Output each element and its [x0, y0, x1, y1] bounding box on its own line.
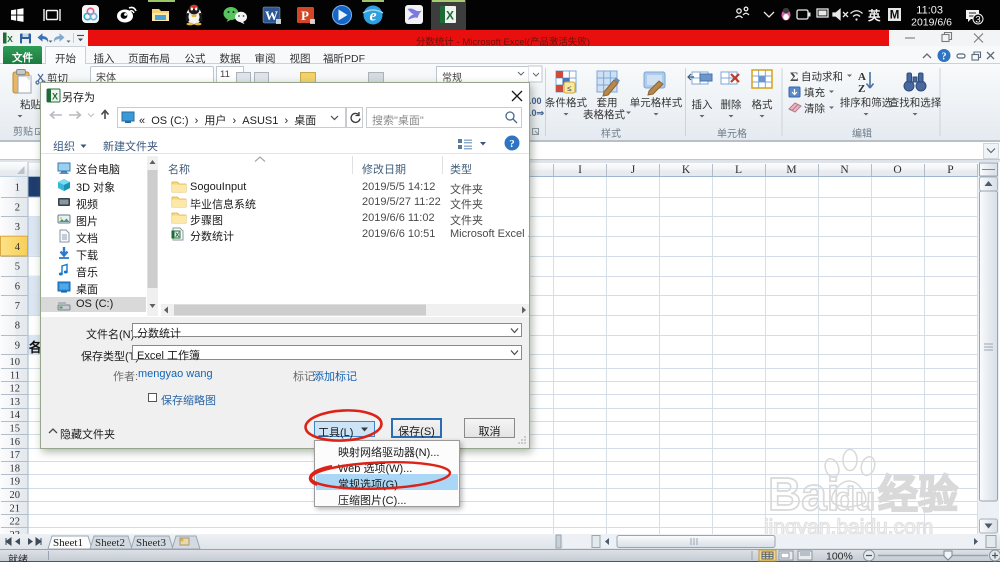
svg-text:单元格样式: 单元格样式: [630, 96, 683, 109]
svg-text:10: 10: [10, 357, 21, 368]
svg-text:22: 22: [10, 517, 21, 528]
svg-text:19: 19: [10, 477, 21, 488]
svg-text:X: X: [175, 232, 180, 239]
svg-text:2019/6/6: 2019/6/6: [911, 17, 952, 29]
svg-text:20: 20: [10, 490, 21, 501]
svg-text:Sheet3: Sheet3: [136, 537, 166, 549]
svg-text:A: A: [858, 71, 866, 83]
svg-text:3: 3: [15, 222, 20, 233]
svg-text:剪贴: 剪贴: [13, 125, 33, 138]
svg-text:6: 6: [15, 281, 20, 292]
svg-text:9: 9: [15, 340, 20, 351]
svg-text:表格格式: 表格格式: [583, 108, 625, 121]
svg-text:I: I: [578, 164, 582, 176]
svg-text:P: P: [947, 164, 953, 176]
svg-text:X: X: [446, 9, 454, 23]
svg-text:16: 16: [10, 437, 21, 448]
svg-text:单元格: 单元格: [717, 127, 747, 140]
svg-text:K: K: [682, 164, 691, 176]
svg-text:英: 英: [868, 8, 881, 23]
svg-text:17: 17: [10, 450, 21, 461]
svg-text:格式: 格式: [752, 98, 773, 111]
svg-text:清除: 清除: [804, 102, 825, 115]
svg-text:?: ?: [942, 52, 947, 63]
svg-text:21: 21: [10, 503, 21, 514]
svg-text:L: L: [735, 164, 742, 176]
svg-text:Sheet1: Sheet1: [53, 537, 83, 549]
svg-text:粘贴: 粘贴: [20, 98, 41, 111]
svg-text:O: O: [893, 164, 901, 176]
svg-text:N: N: [840, 164, 849, 176]
svg-text:插入: 插入: [692, 98, 713, 111]
svg-text:14: 14: [10, 410, 21, 421]
svg-text:M: M: [890, 10, 900, 22]
svg-text:11: 11: [10, 370, 20, 381]
svg-text:Σ: Σ: [790, 69, 799, 84]
svg-text:du: du: [835, 480, 875, 517]
svg-text:15: 15: [10, 423, 21, 434]
svg-text:13: 13: [10, 397, 21, 408]
svg-text:排序和筛选: 排序和筛选: [840, 96, 893, 109]
svg-text:11:03: 11:03: [916, 5, 943, 17]
svg-text:X: X: [7, 34, 13, 44]
svg-text:1: 1: [15, 183, 20, 194]
svg-text:.00: .00: [529, 96, 542, 106]
svg-text:X: X: [52, 92, 58, 102]
svg-text:样式: 样式: [601, 127, 621, 140]
svg-text:自动求和: 自动求和: [801, 70, 843, 83]
svg-text:7: 7: [15, 301, 20, 312]
svg-text:J: J: [631, 164, 636, 176]
svg-text:12: 12: [10, 384, 21, 395]
svg-text:8: 8: [15, 321, 20, 332]
svg-text:3: 3: [975, 15, 980, 26]
svg-text:填充: 填充: [804, 86, 825, 99]
svg-text:M: M: [786, 164, 796, 176]
svg-text:.0⇒: .0⇒: [529, 108, 545, 118]
svg-text:?: ?: [509, 138, 515, 150]
svg-text:经验: 经验: [878, 473, 958, 517]
svg-text:套用: 套用: [597, 96, 618, 109]
svg-text:P: P: [301, 8, 309, 23]
svg-text:4: 4: [15, 242, 21, 253]
svg-text:条件格式: 条件格式: [545, 96, 587, 109]
svg-text:删除: 删除: [721, 98, 742, 111]
svg-text:编辑: 编辑: [852, 127, 872, 140]
svg-text:2: 2: [15, 202, 20, 213]
svg-text:100%: 100%: [826, 551, 853, 562]
svg-text:查找和选择: 查找和选择: [889, 96, 942, 109]
svg-text:18: 18: [10, 463, 21, 474]
svg-text:5: 5: [15, 262, 20, 273]
svg-text:≤: ≤: [567, 84, 572, 93]
svg-text:Sheet2: Sheet2: [95, 537, 125, 549]
